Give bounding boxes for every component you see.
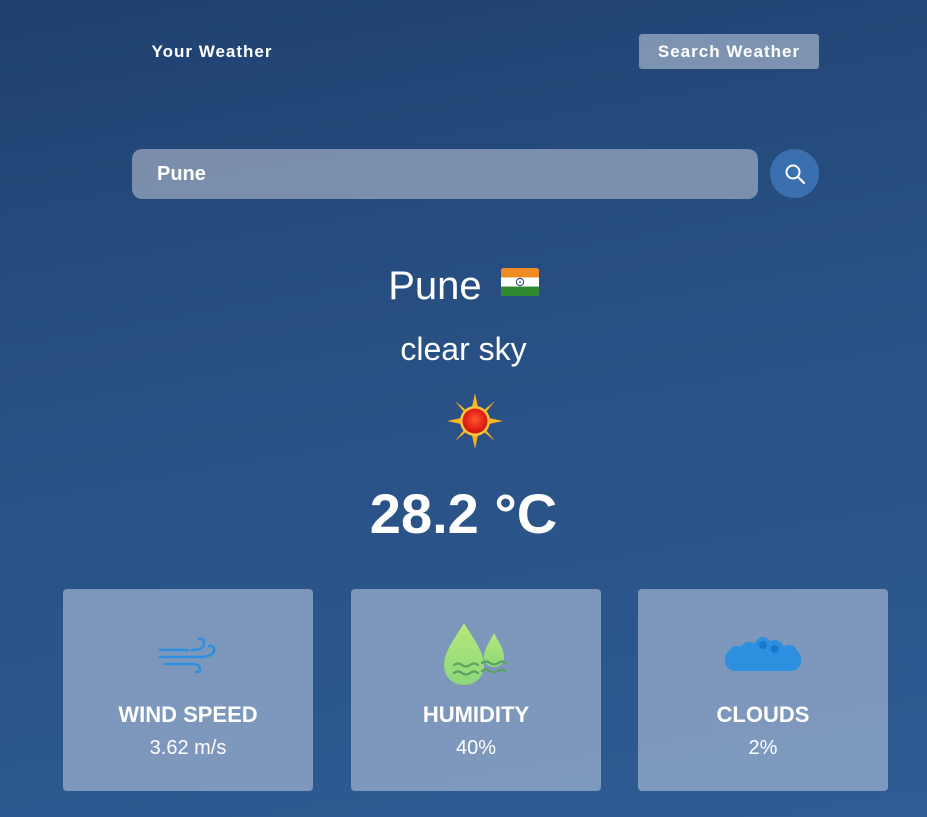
search-button[interactable] — [770, 149, 819, 198]
tab-search-weather[interactable]: Search Weather — [639, 34, 819, 69]
humidity-card: HUMIDITY 40% — [351, 589, 601, 791]
humidity-value: 40% — [455, 737, 497, 759]
clouds-value: 2% — [748, 737, 778, 759]
city-heading: Pune — [0, 258, 927, 314]
humidity-title: HUMIDITY — [422, 702, 530, 727]
search-bar: Pune — [132, 149, 819, 199]
sun-icon — [447, 393, 503, 449]
search-icon — [785, 164, 805, 184]
wind-speed-title: WIND SPEED — [118, 702, 258, 727]
weather-description: clear sky — [400, 331, 527, 367]
tab-your-weather[interactable]: Your Weather — [132, 34, 292, 69]
india-flag-icon — [500, 268, 539, 296]
clouds-title: CLOUDS — [716, 702, 810, 727]
wind-speed-card: WIND SPEED 3.62 m/s — [63, 589, 313, 791]
wind-icon — [158, 637, 216, 674]
clouds-card: CLOUDS 2% — [638, 589, 888, 791]
city-name: Pune — [388, 264, 482, 308]
top-nav: Your Weather Search Weather — [0, 0, 927, 100]
wind-speed-value: 3.62 m/s — [149, 737, 227, 759]
cloud-icon — [725, 637, 801, 671]
search-input[interactable]: Pune — [132, 149, 758, 199]
humidity-drops-icon — [444, 623, 508, 685]
temperature: 28.2 °C — [369, 482, 558, 545]
